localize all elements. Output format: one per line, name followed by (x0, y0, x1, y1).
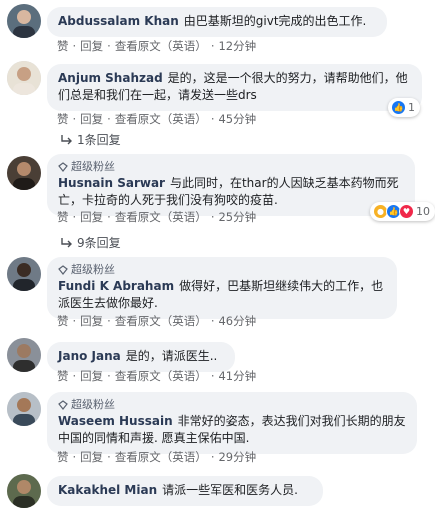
reply-link[interactable]: 回复 (80, 209, 103, 225)
comment-text: 请派一些军医和医务人员. (162, 483, 298, 497)
reply-link[interactable]: 回复 (80, 38, 103, 54)
like-link[interactable]: 赞 (57, 111, 69, 127)
badge-label: 超级粉丝 (71, 398, 115, 411)
comment-text: 由巴基斯坦的givt完成的出色工作. (183, 14, 367, 28)
reply-arrow-icon (61, 135, 72, 145)
comment-author[interactable]: Waseem Hussain (58, 414, 173, 428)
diamond-icon (58, 162, 68, 172)
like-link[interactable]: 赞 (57, 209, 69, 225)
like-reaction-icon: 👍 (391, 100, 406, 115)
diamond-icon (58, 400, 68, 410)
diamond-icon (58, 265, 68, 275)
comment-bubble: Kakakhel Mian 请派一些军医和医务人员. (47, 476, 323, 506)
comment-time[interactable]: 45分钟 (218, 111, 256, 127)
reply-link[interactable]: 回复 (80, 111, 103, 127)
avatar[interactable] (7, 156, 41, 190)
reaction-count: 1 (408, 101, 415, 114)
comment-actions: 赞 · 回复 · 查看原文（英语） · 25分钟 (57, 209, 257, 225)
avatar[interactable] (7, 338, 41, 372)
see-original-link[interactable]: 查看原文（英语） (115, 368, 207, 384)
comment-author[interactable]: Fundi K Abraham (58, 279, 174, 293)
badge-label: 超级粉丝 (71, 263, 115, 276)
comment-time[interactable]: 41分钟 (218, 368, 256, 384)
comment-time[interactable]: 29分钟 (218, 449, 256, 465)
reply-arrow-icon (61, 238, 72, 248)
comment-actions: 赞 · 回复 · 查看原文（英语） · 46分钟 (57, 313, 257, 329)
comment-bubble: 超级粉丝 Husnain Sarwar 与此同时，在thar的人因缺乏基本药物而死… (47, 154, 415, 216)
view-replies-link[interactable]: 1条回复 (60, 131, 121, 148)
comment-time[interactable]: 12分钟 (218, 38, 256, 54)
like-link[interactable]: 赞 (57, 313, 69, 329)
reaction-summary[interactable]: ● 👍 ♥ 10 (370, 202, 435, 221)
comment-actions: 赞 · 回复 · 查看原文（英语） · 29分钟 (57, 449, 257, 465)
super-fan-badge[interactable]: 超级粉丝 (58, 398, 406, 412)
avatar[interactable] (7, 4, 41, 38)
comment-time[interactable]: 46分钟 (218, 313, 256, 329)
comment-bubble: 超级粉丝 Waseem Hussain 非常好的姿态，表达我们对我们长期的朋友中国… (47, 392, 417, 454)
see-original-link[interactable]: 查看原文（英语） (115, 209, 207, 225)
comment-text: 是的，请派医生.. (125, 349, 218, 363)
comment-actions: 赞 · 回复 · 查看原文（英语） · 45分钟 (57, 111, 257, 127)
comment-author[interactable]: Abdussalam Khan (58, 14, 179, 28)
comment-time[interactable]: 25分钟 (218, 209, 256, 225)
reply-link[interactable]: 回复 (80, 313, 103, 329)
avatar[interactable] (7, 257, 41, 291)
see-original-link[interactable]: 查看原文（英语） (115, 38, 207, 54)
badge-label: 超级粉丝 (71, 160, 115, 173)
comment-author[interactable]: Husnain Sarwar (58, 176, 165, 190)
like-link[interactable]: 赞 (57, 449, 69, 465)
replies-count: 9条回复 (77, 236, 121, 250)
like-link[interactable]: 赞 (57, 38, 69, 54)
comment-actions: 赞 · 回复 · 查看原文（英语） · 41分钟 (57, 368, 257, 384)
like-link[interactable]: 赞 (57, 368, 69, 384)
see-original-link[interactable]: 查看原文（英语） (115, 313, 207, 329)
avatar[interactable] (7, 474, 41, 508)
heart-reaction-icon: ♥ (399, 204, 414, 219)
see-original-link[interactable]: 查看原文（英语） (115, 111, 207, 127)
reaction-count: 10 (416, 205, 430, 218)
avatar[interactable] (7, 61, 41, 95)
reply-link[interactable]: 回复 (80, 449, 103, 465)
super-fan-badge[interactable]: 超级粉丝 (58, 263, 386, 277)
reaction-summary[interactable]: 👍 1 (388, 98, 420, 117)
comment-bubble: Anjum Shahzad 是的，这是一个很大的努力，请帮助他们，他们总是和我们在… (47, 64, 422, 111)
comment-bubble: 超级粉丝 Fundi K Abraham 做得好，巴基斯坦继续伟大的工作，也派医生… (47, 257, 397, 319)
replies-count: 1条回复 (77, 133, 121, 147)
comment-actions: 赞 · 回复 · 查看原文（英语） · 12分钟 (57, 38, 257, 54)
see-original-link[interactable]: 查看原文（英语） (115, 449, 207, 465)
comment-author[interactable]: Jano Jana (58, 349, 121, 363)
super-fan-badge[interactable]: 超级粉丝 (58, 160, 404, 174)
comment-bubble: Abdussalam Khan 由巴基斯坦的givt完成的出色工作. (47, 7, 387, 37)
view-replies-link[interactable]: 9条回复 (60, 234, 121, 251)
comment-author[interactable]: Anjum Shahzad (58, 71, 163, 85)
reply-link[interactable]: 回复 (80, 368, 103, 384)
comment-author[interactable]: Kakakhel Mian (58, 483, 157, 497)
avatar[interactable] (7, 392, 41, 426)
